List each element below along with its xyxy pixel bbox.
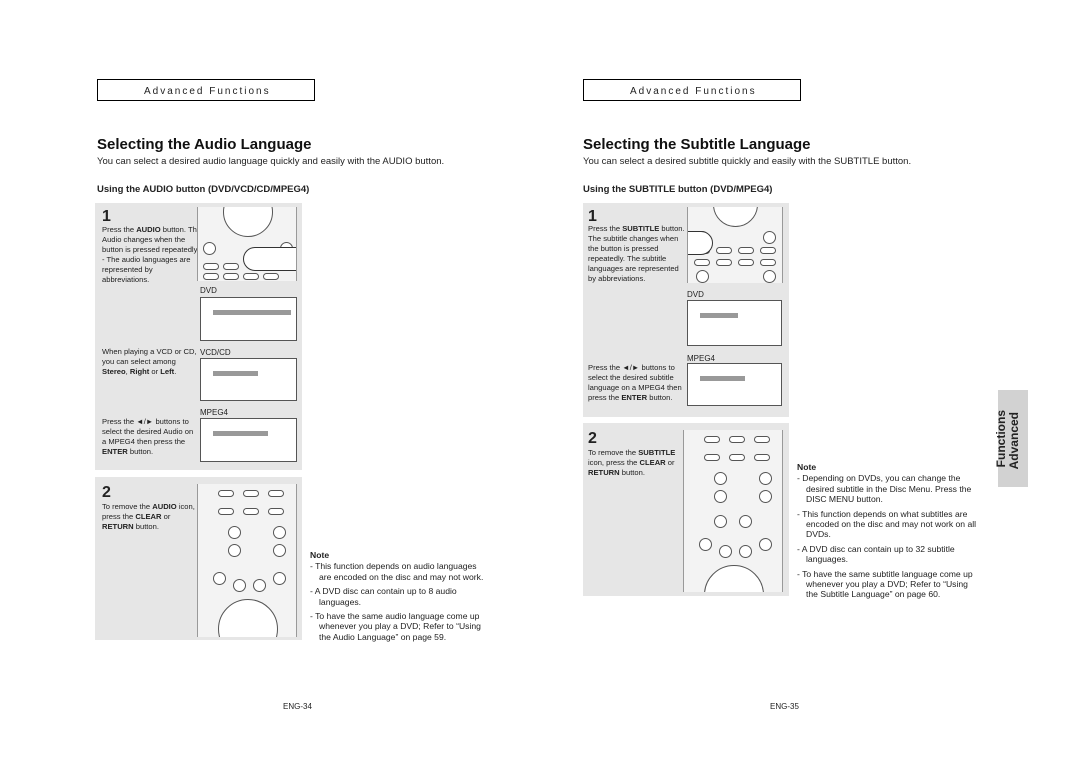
intro-text: You can select a desired audio language … [97,156,445,167]
hand-icon [243,247,296,271]
note-item: - A DVD disc can contain up to 8 audio l… [310,586,457,607]
step2-panel: 2 To remove the SUBTITLE icon, press the… [583,423,789,596]
page-title: Selecting the Audio Language [97,136,312,153]
page-number: ENG-34 [283,702,312,711]
step-text: To remove the SUBTITLE icon, press the C… [588,448,676,477]
mpeg4-label: MPEG4 [200,408,229,417]
dvd-screen [687,300,782,346]
step-text: Press the SUBTITLE button. The subtitle … [588,224,685,283]
step-number: 2 [588,430,597,447]
step-text: Press the AUDIO button. The Audio change… [102,225,202,284]
vcd-label: VCD/CD [200,348,231,357]
note-item: - To have the same audio language come u… [310,611,481,642]
note-item: - To have the same subtitle language com… [797,568,973,600]
note-title: Note [797,462,817,472]
intro-text: You can select a desired subtitle quickl… [583,156,912,167]
page-title: Selecting the Subtitle Language [583,136,811,153]
mpeg4-screen [200,418,297,462]
subheading: Using the SUBTITLE button (DVD/MPEG4) [583,184,773,195]
remote-image [683,430,783,592]
note: Note - Depending on DVDs, you can change… [797,462,979,604]
vcd-text: When playing a VCD or CD, you can select… [102,347,197,376]
remote-image [687,207,783,283]
step1-panel: 1 Press the SUBTITLE button. The subtitl… [583,203,789,417]
hand-icon [688,231,713,255]
section-header: Advanced Functions [583,79,801,101]
step-text: To remove the AUDIO icon, press the CLEA… [102,502,195,531]
remote-image [197,207,297,281]
note-item: - Depending on DVDs, you can change the … [797,473,972,505]
side-tab-line2: Functions [994,410,1008,468]
subheading: Using the AUDIO button (DVD/VCD/CD/MPEG4… [97,184,310,195]
step-number: 1 [102,208,111,225]
note-item: - This function depends on what subtitle… [797,508,977,540]
note-title: Note [310,550,330,560]
note-item: - A DVD disc can contain up to 32 subtit… [797,543,955,565]
side-tab: Advanced Functions [994,390,1028,487]
vcd-screen [200,358,297,401]
note-item: - This function depends on audio languag… [310,561,484,582]
step2-panel: 2 To remove the AUDIO icon, press the CL… [95,477,302,640]
section-header: Advanced Functions [97,79,315,101]
mpeg4-screen [687,363,782,406]
dvd-screen [200,297,297,341]
mpeg4-label: MPEG4 [687,354,716,363]
remote-image [197,484,297,637]
page-number: ENG-35 [770,702,799,711]
mpeg4-text: Press the ◄/► buttons to select the desi… [588,363,682,402]
side-tab-line1: Advanced [1007,412,1021,470]
dvd-label: DVD [200,286,217,295]
step1-panel: 1 Press the AUDIO button. The Audio chan… [95,203,302,470]
mpeg4-text: Press the ◄/► buttons to select the desi… [102,417,194,456]
dvd-label: DVD [687,290,704,299]
step-number: 2 [102,484,111,501]
note: Note - This function depends on audio la… [310,550,490,646]
